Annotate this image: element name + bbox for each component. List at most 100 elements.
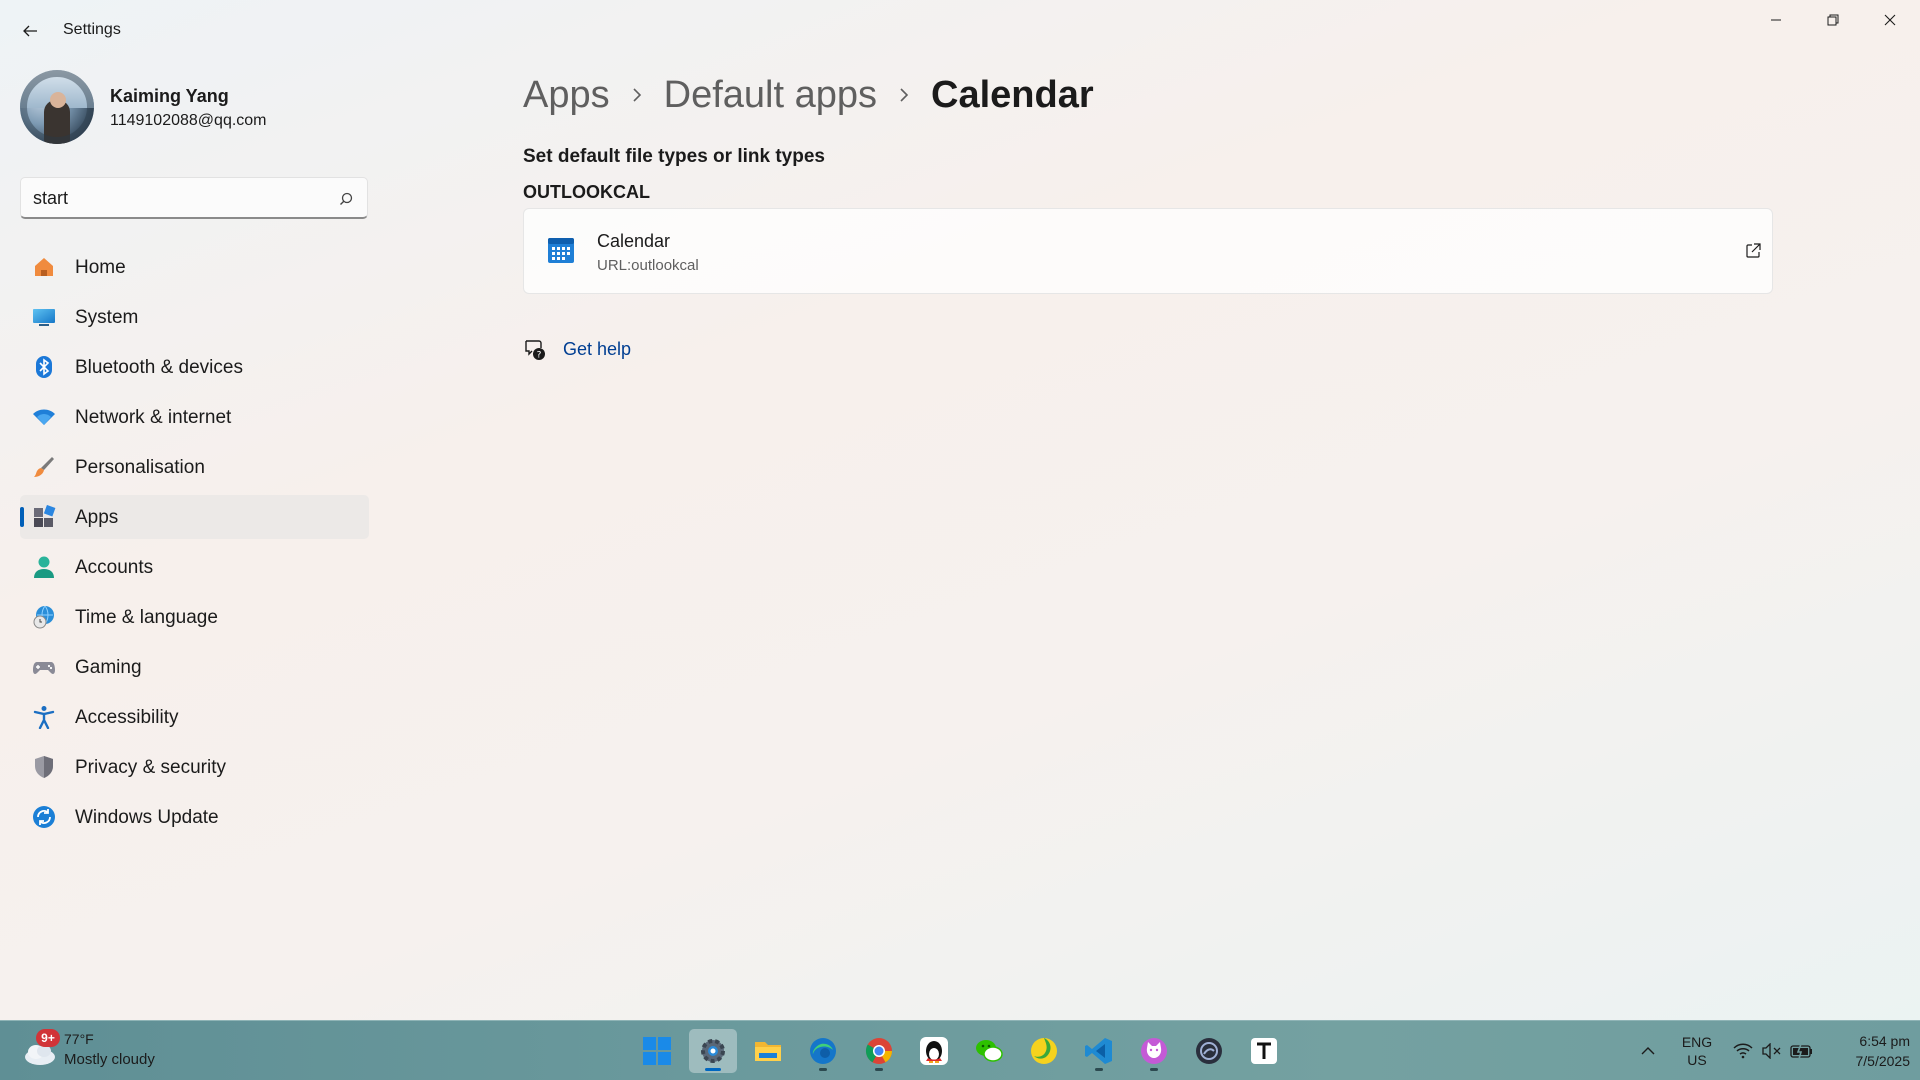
taskbar-start-button[interactable]: [633, 1029, 681, 1073]
user-email: 1149102088@qq.com: [110, 112, 267, 129]
running-indicator: [1150, 1068, 1158, 1071]
taskbar-vscode[interactable]: [1075, 1029, 1123, 1073]
sidebar-item-personalisation[interactable]: Personalisation: [20, 445, 369, 489]
default-app-card[interactable]: Calendar URL:outlookcal: [523, 208, 1773, 294]
sidebar-item-network-internet[interactable]: Network & internet: [20, 395, 369, 439]
taskbar-app-green-yellow[interactable]: [1020, 1029, 1068, 1073]
get-help-link[interactable]: Get help: [563, 339, 631, 360]
language-code: ENG: [1681, 1034, 1713, 1050]
sidebar-item-gaming[interactable]: Gaming: [20, 645, 369, 689]
user-name: Kaiming Yang: [110, 86, 229, 106]
sidebar-item-label: Accessibility: [75, 707, 179, 728]
bluetooth-icon: [32, 355, 56, 379]
breadcrumb-current: Calendar: [931, 73, 1094, 116]
edge-icon: [810, 1038, 836, 1064]
sidebar-item-label: System: [75, 307, 139, 328]
default-app-protocol: URL:outlookcal: [597, 257, 699, 274]
running-indicator: [705, 1068, 721, 1071]
volume-muted-icon[interactable]: [1760, 1039, 1784, 1063]
sidebar-item-label: Home: [75, 257, 126, 278]
get-help-icon: ?: [523, 338, 547, 362]
taskbar-typora[interactable]: [1240, 1029, 1288, 1073]
sidebar-item-home[interactable]: Home: [20, 245, 369, 289]
minimize-icon: [1771, 19, 1781, 21]
sidebar-item-accounts[interactable]: Accounts: [20, 545, 369, 589]
keyboard-region: US: [1687, 1052, 1707, 1068]
sidebar-item-windows-update[interactable]: Windows Update: [20, 795, 369, 839]
running-indicator: [875, 1068, 883, 1071]
default-app-name: Calendar: [597, 231, 671, 251]
app-swirl-icon: [1031, 1038, 1057, 1064]
apps-icon: [32, 505, 56, 529]
breadcrumb-apps[interactable]: Apps: [523, 74, 610, 117]
sidebar-item-apps[interactable]: Apps: [20, 495, 369, 539]
accounts-icon: [32, 555, 56, 579]
battery-charging-icon[interactable]: [1790, 1039, 1814, 1063]
chevron-right-icon: [892, 83, 916, 107]
system-icon: [32, 305, 56, 329]
input-language-indicator[interactable]: ENG US: [1680, 1033, 1714, 1069]
windows-logo-icon: [643, 1037, 671, 1065]
sidebar-item-label: Apps: [75, 507, 119, 528]
weather-alert-badge: 9+: [36, 1029, 60, 1047]
sidebar-item-label: Accounts: [75, 557, 154, 578]
group-title: OUTLOOKCAL: [523, 182, 650, 202]
sidebar-item-label: Personalisation: [75, 457, 205, 478]
sidebar-item-accessibility[interactable]: Accessibility: [20, 695, 369, 739]
back-button[interactable]: [14, 16, 46, 46]
vscode-icon: [1085, 1038, 1112, 1064]
sidebar-item-time-language[interactable]: Time & language: [20, 595, 369, 639]
open-external-icon[interactable]: [1741, 239, 1765, 263]
folder-icon: [755, 1042, 781, 1061]
taskbar-app-dark[interactable]: [1185, 1029, 1233, 1073]
sidebar-item-privacy-security[interactable]: Privacy & security: [20, 745, 369, 789]
running-indicator: [819, 1068, 827, 1071]
minimize-button[interactable]: [1748, 0, 1804, 40]
close-button[interactable]: [1862, 0, 1918, 40]
search-input[interactable]: [33, 186, 323, 210]
weather-description: Mostly cloudy: [64, 1051, 155, 1068]
taskbar-chrome[interactable]: [855, 1029, 903, 1073]
show-hidden-icons-chevron-icon[interactable]: [1636, 1039, 1660, 1063]
sidebar-item-label: Bluetooth & devices: [75, 357, 243, 378]
settings-window: Settings Kaiming Yang 1149102088@qq.com: [0, 0, 1920, 1020]
avatar[interactable]: [20, 70, 94, 144]
taskbar-file-explorer[interactable]: [744, 1029, 792, 1073]
chrome-icon: [865, 1038, 893, 1064]
wifi-icon[interactable]: [1731, 1039, 1755, 1063]
typora-icon: [1251, 1038, 1277, 1064]
sidebar-nav: Home System Bluetooth & devices Network …: [20, 245, 369, 845]
taskbar: 9+ 77°F Mostly cloudy ENG US 6:54 pm 7/5…: [0, 1020, 1920, 1080]
sidebar-item-bluetooth-devices[interactable]: Bluetooth & devices: [20, 345, 369, 389]
taskbar-qq[interactable]: [910, 1029, 958, 1073]
wifi-icon: [32, 405, 56, 429]
qq-penguin-icon: [920, 1037, 948, 1065]
sidebar-item-system[interactable]: System: [20, 295, 369, 339]
restore-icon: [1827, 14, 1839, 26]
wechat-icon: [976, 1040, 1003, 1062]
update-icon: [32, 805, 56, 829]
cat-app-icon: [1141, 1038, 1167, 1064]
restore-button[interactable]: [1805, 0, 1861, 40]
breadcrumb-default-apps[interactable]: Default apps: [664, 74, 877, 117]
close-icon: [1884, 14, 1896, 26]
taskbar-settings[interactable]: [689, 1029, 737, 1073]
chevron-right-icon: [625, 83, 649, 107]
home-icon: [32, 255, 56, 279]
sidebar-item-label: Time & language: [75, 607, 218, 628]
back-arrow-icon: [23, 25, 37, 37]
breadcrumb: Apps Default apps Calendar: [523, 70, 1094, 120]
settings-gear-icon: [701, 1039, 725, 1063]
clock-time: 6:54 pm: [1859, 1033, 1910, 1049]
svg-text:?: ?: [537, 351, 542, 361]
taskbar-app-cat[interactable]: [1130, 1029, 1178, 1073]
taskbar-edge[interactable]: [799, 1029, 847, 1073]
sidebar-item-label: Gaming: [75, 657, 142, 678]
system-clock[interactable]: 6:54 pm 7/5/2025: [1820, 1031, 1911, 1071]
app-title: Settings: [63, 21, 121, 38]
search-icon[interactable]: [336, 189, 356, 209]
taskbar-wechat[interactable]: [965, 1029, 1013, 1073]
search-box[interactable]: [20, 177, 368, 219]
calendar-icon: [546, 235, 576, 265]
gamepad-icon: [32, 655, 56, 679]
